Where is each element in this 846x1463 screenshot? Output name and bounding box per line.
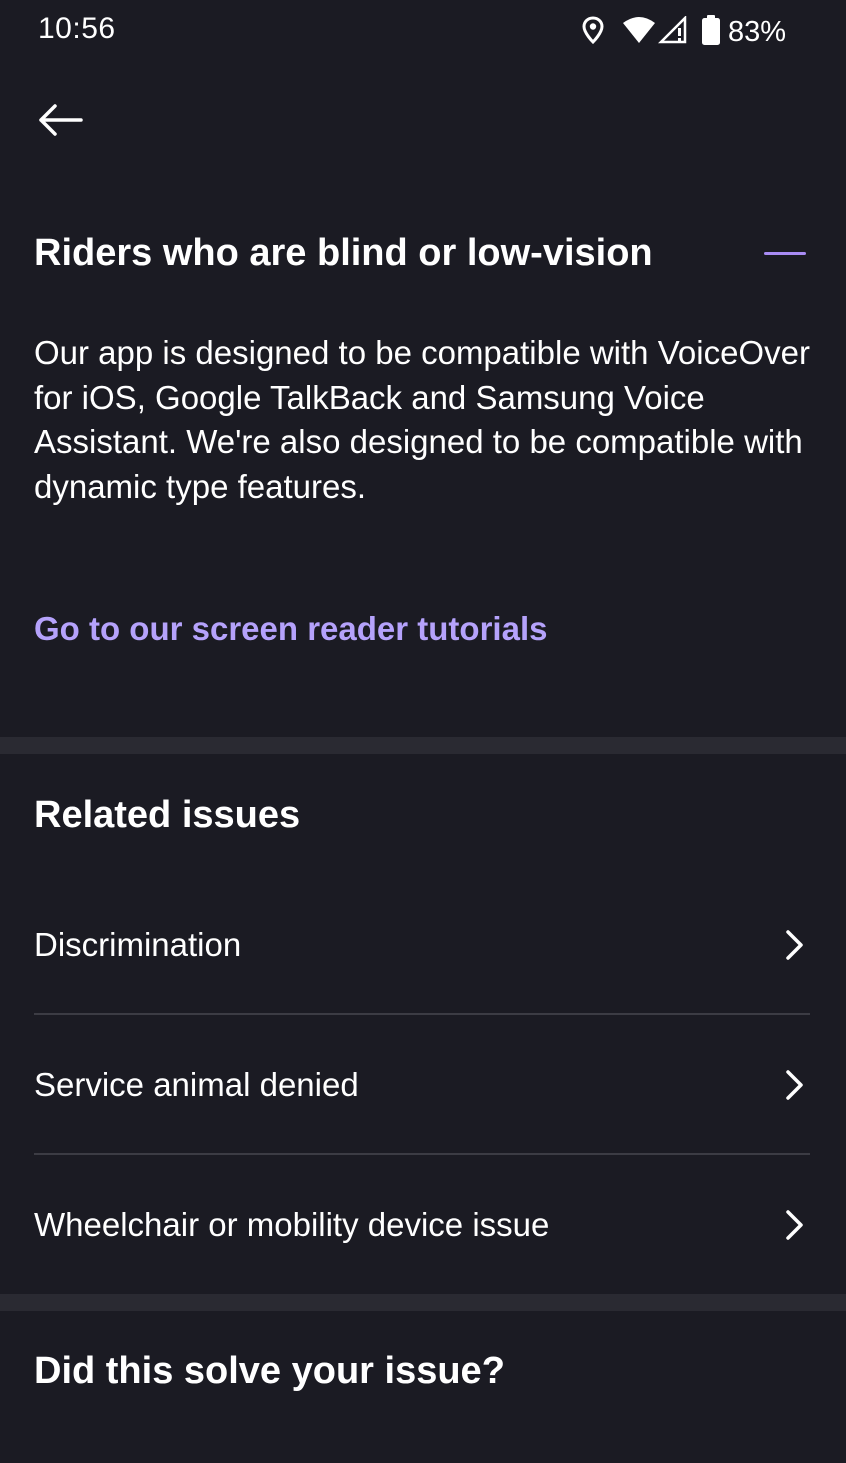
screen-reader-tutorials-link[interactable]: Go to our screen reader tutorials [34, 610, 547, 648]
arrow-left-icon [37, 103, 83, 142]
signal-icon [657, 14, 688, 49]
section-divider [0, 737, 846, 754]
chevron-right-icon [782, 1209, 806, 1241]
battery-percent: 83% [727, 15, 786, 48]
wifi-icon [622, 16, 656, 49]
chevron-right-icon [782, 1069, 806, 1101]
status-bar: 10:56 83% [0, 0, 846, 64]
issue-label: Discrimination [34, 926, 242, 963]
accordion-title[interactable]: Riders who are blind or low-vision [34, 232, 653, 275]
accordion-body: Our app is designed to be compatible wit… [34, 334, 810, 505]
issue-row-discrimination[interactable]: Discrimination [34, 875, 810, 1015]
issue-label: Service animal denied [34, 1066, 359, 1103]
section-divider [0, 1294, 846, 1311]
status-time: 10:56 [38, 12, 116, 45]
issue-row-wheelchair[interactable]: Wheelchair or mobility device issue [34, 1155, 810, 1295]
battery-icon [701, 14, 720, 50]
status-icons: 83% [572, 14, 786, 50]
back-button[interactable] [30, 96, 90, 148]
accessibility-accordion: Riders who are blind or low-vision Our a… [0, 200, 846, 737]
minus-icon[interactable] [762, 240, 808, 268]
chevron-right-icon [782, 929, 806, 961]
issue-label: Wheelchair or mobility device issue [34, 1206, 550, 1243]
feedback-title: Did this solve your issue? [34, 1350, 505, 1392]
location-icon [582, 15, 604, 49]
related-issues-title: Related issues [34, 794, 301, 836]
issue-row-service-animal[interactable]: Service animal denied [34, 1015, 810, 1155]
